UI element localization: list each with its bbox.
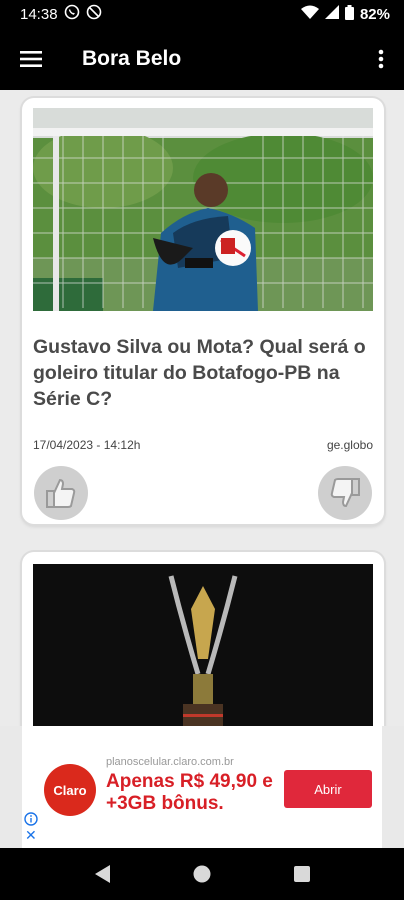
- system-nav-bar: [0, 848, 404, 900]
- hamburger-menu-icon[interactable]: [0, 28, 62, 90]
- ad-banner[interactable]: Claro planoscelular.claro.com.br Apenas …: [22, 726, 382, 848]
- back-icon[interactable]: [89, 861, 115, 887]
- claro-logo: Claro: [44, 764, 96, 816]
- thumbs-up-icon: [46, 478, 76, 508]
- article-source: ge.globo: [326, 438, 373, 452]
- article-image[interactable]: [33, 108, 373, 311]
- thumbs-down-button[interactable]: [318, 466, 372, 520]
- news-card[interactable]: [22, 552, 384, 726]
- ad-close-icon[interactable]: ✕: [25, 828, 37, 842]
- article-date: 17/04/2023 - 14:12h: [33, 438, 141, 452]
- ad-headline[interactable]: Apenas R$ 49,90 e +3GB bônus.: [106, 771, 286, 815]
- signal-icon: [324, 5, 339, 23]
- status-time: 14:38: [20, 5, 58, 23]
- ad-open-button[interactable]: Abrir: [284, 770, 372, 808]
- thumbs-up-button[interactable]: [34, 466, 88, 520]
- whatsapp-icon: [64, 4, 80, 24]
- home-icon[interactable]: [189, 861, 215, 887]
- silent-icon: [86, 4, 102, 24]
- battery-icon: [344, 4, 354, 24]
- article-image[interactable]: [33, 564, 373, 726]
- wifi-icon: [300, 5, 319, 23]
- ad-info-icon[interactable]: [24, 812, 38, 826]
- news-feed[interactable]: Gustavo Silva ou Mota? Qual será o golei…: [0, 90, 404, 726]
- more-vert-icon[interactable]: [358, 28, 404, 90]
- news-card[interactable]: Gustavo Silva ou Mota? Qual será o golei…: [22, 98, 384, 524]
- ad-url: planoscelular.claro.com.br: [106, 756, 234, 768]
- thumbs-down-icon: [330, 478, 360, 508]
- app-title: Bora Belo: [82, 47, 182, 70]
- recents-icon[interactable]: [289, 861, 315, 887]
- app-bar: Bora Belo: [0, 28, 404, 90]
- status-bar: 14:38 82%: [0, 0, 404, 28]
- article-headline[interactable]: Gustavo Silva ou Mota? Qual será o golei…: [33, 334, 375, 412]
- battery-percentage: 82%: [359, 5, 390, 23]
